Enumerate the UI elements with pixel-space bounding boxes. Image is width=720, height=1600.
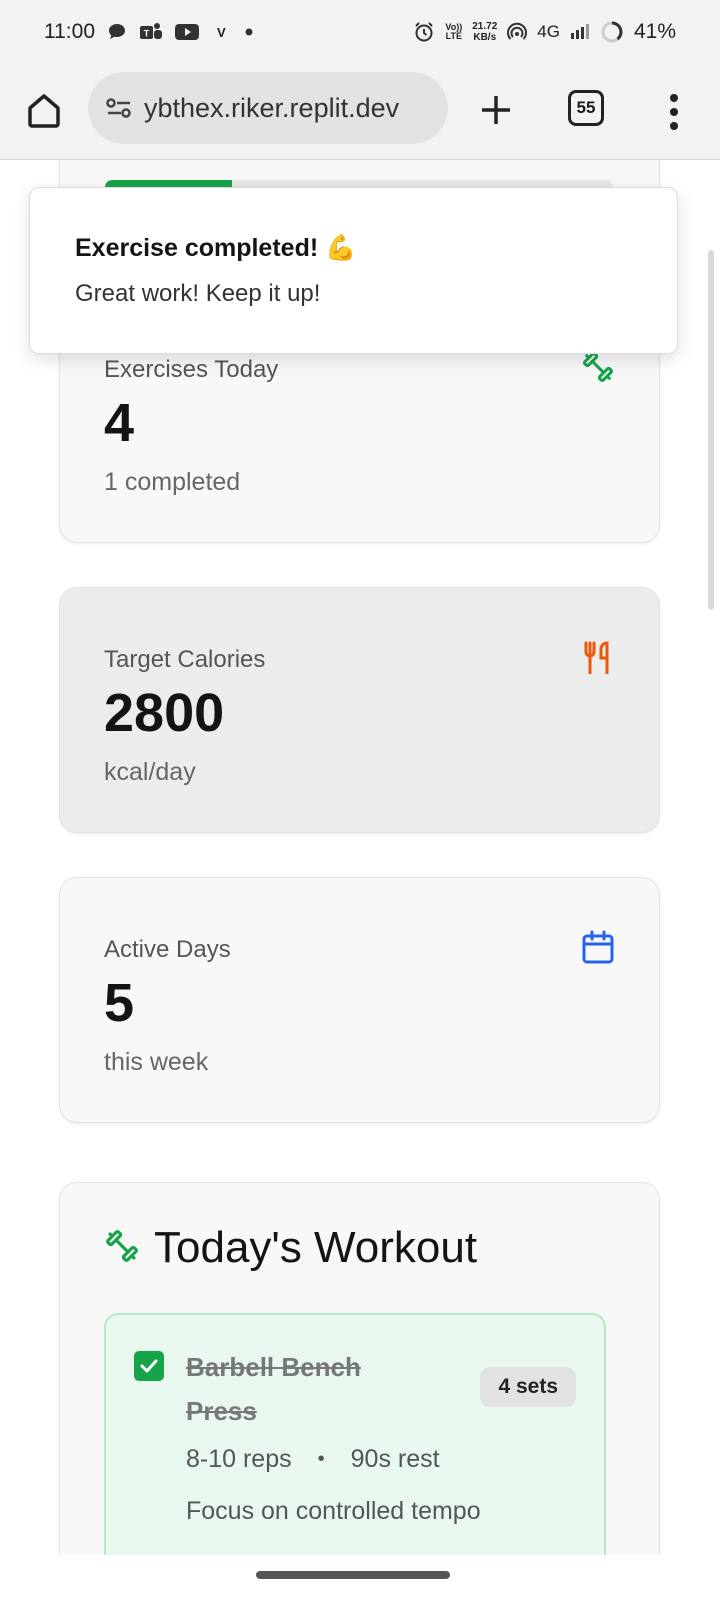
phone-screen: 11:00 T V Vo)) LTE 21.72 KB/s 4G 41% ybt… — [0, 0, 720, 1600]
browser-toolbar: ybthex.riker.replit.dev 55 — [0, 64, 720, 160]
battery-icon — [600, 20, 624, 44]
tab-switcher-button[interactable]: 55 — [568, 90, 604, 126]
dumbbell-icon — [581, 350, 615, 384]
exercise-checkbox[interactable] — [134, 1351, 164, 1381]
home-icon — [28, 94, 60, 128]
toast-notification[interactable]: Exercise completed! 💪 Great work! Keep i… — [29, 187, 678, 354]
toast-title: Exercise completed! 💪 — [75, 234, 357, 262]
page-scrollbar[interactable] — [708, 250, 714, 610]
stat-sub: 1 completed — [104, 468, 241, 496]
stat-card-calories: Target Calories 2800 kcal/day — [59, 587, 660, 833]
stat-sub: this week — [104, 1048, 209, 1076]
stat-value: 2800 — [104, 683, 225, 743]
exercise-name: Barbell Bench Press — [186, 1352, 361, 1426]
check-icon — [140, 1359, 158, 1373]
stat-label: Active Days — [104, 936, 231, 963]
home-button[interactable] — [20, 86, 68, 134]
hotspot-icon — [507, 22, 528, 42]
volte-indicator: Vo)) LTE — [445, 22, 463, 41]
carrier-letter: V — [217, 24, 226, 40]
exercise-meta: 8-10 reps • 90s rest — [186, 1445, 440, 1474]
alarm-icon — [413, 21, 435, 43]
utensils-icon — [581, 640, 615, 675]
signal-icon — [570, 23, 590, 41]
stat-sub: kcal/day — [104, 758, 196, 786]
calendar-icon — [581, 930, 615, 964]
toast-description: Great work! Keep it up! — [75, 280, 321, 307]
network-type: 4G — [537, 22, 560, 41]
url-text: ybthex.riker.replit.dev — [144, 92, 400, 123]
new-tab-button[interactable] — [470, 84, 522, 136]
sets-badge: 4 sets — [480, 1367, 576, 1407]
battery-level: 41% — [633, 20, 676, 43]
plus-icon — [482, 96, 510, 124]
gesture-nav-bar — [0, 1555, 720, 1600]
youtube-icon — [175, 23, 199, 41]
exercise-reps: 8-10 reps — [186, 1445, 292, 1473]
menu-dot-icon — [670, 94, 678, 102]
url-bar[interactable]: ybthex.riker.replit.dev — [88, 72, 448, 144]
workout-card: Today's Workout Barbell Bench Press 4 se… — [59, 1182, 660, 1555]
stat-value: 5 — [104, 973, 135, 1033]
dumbbell-icon — [104, 1228, 140, 1269]
exercise-note: Focus on controlled tempo — [186, 1497, 481, 1525]
workout-title: Today's Workout — [154, 1223, 478, 1272]
chat-bubble-icon — [107, 22, 127, 42]
network-speed: 21.72 KB/s — [472, 21, 498, 43]
clock: 11:00 — [44, 20, 95, 43]
stat-card-active-days: Active Days 5 this week — [59, 877, 660, 1123]
notification-dot-icon — [238, 27, 256, 37]
stat-label: Exercises Today — [104, 356, 279, 383]
svg-text:T: T — [144, 29, 150, 39]
overflow-menu-button[interactable] — [658, 86, 690, 138]
stat-label: Target Calories — [104, 646, 266, 673]
exercise-rest: 90s rest — [350, 1445, 440, 1473]
page-content[interactable]: Exercises Today 4 1 completed Target Cal… — [0, 160, 720, 1555]
meta-separator: • — [317, 1448, 325, 1470]
teams-icon: T — [139, 21, 163, 43]
gesture-handle[interactable] — [256, 1571, 450, 1579]
stat-value: 4 — [104, 393, 135, 453]
status-bar: 11:00 T V Vo)) LTE 21.72 KB/s 4G 41% — [0, 0, 720, 64]
menu-dot-icon — [670, 122, 678, 130]
menu-dot-icon — [670, 108, 678, 116]
exercise-item[interactable]: Barbell Bench Press 4 sets 8-10 reps • 9… — [104, 1313, 606, 1555]
site-settings-icon[interactable] — [106, 97, 132, 119]
